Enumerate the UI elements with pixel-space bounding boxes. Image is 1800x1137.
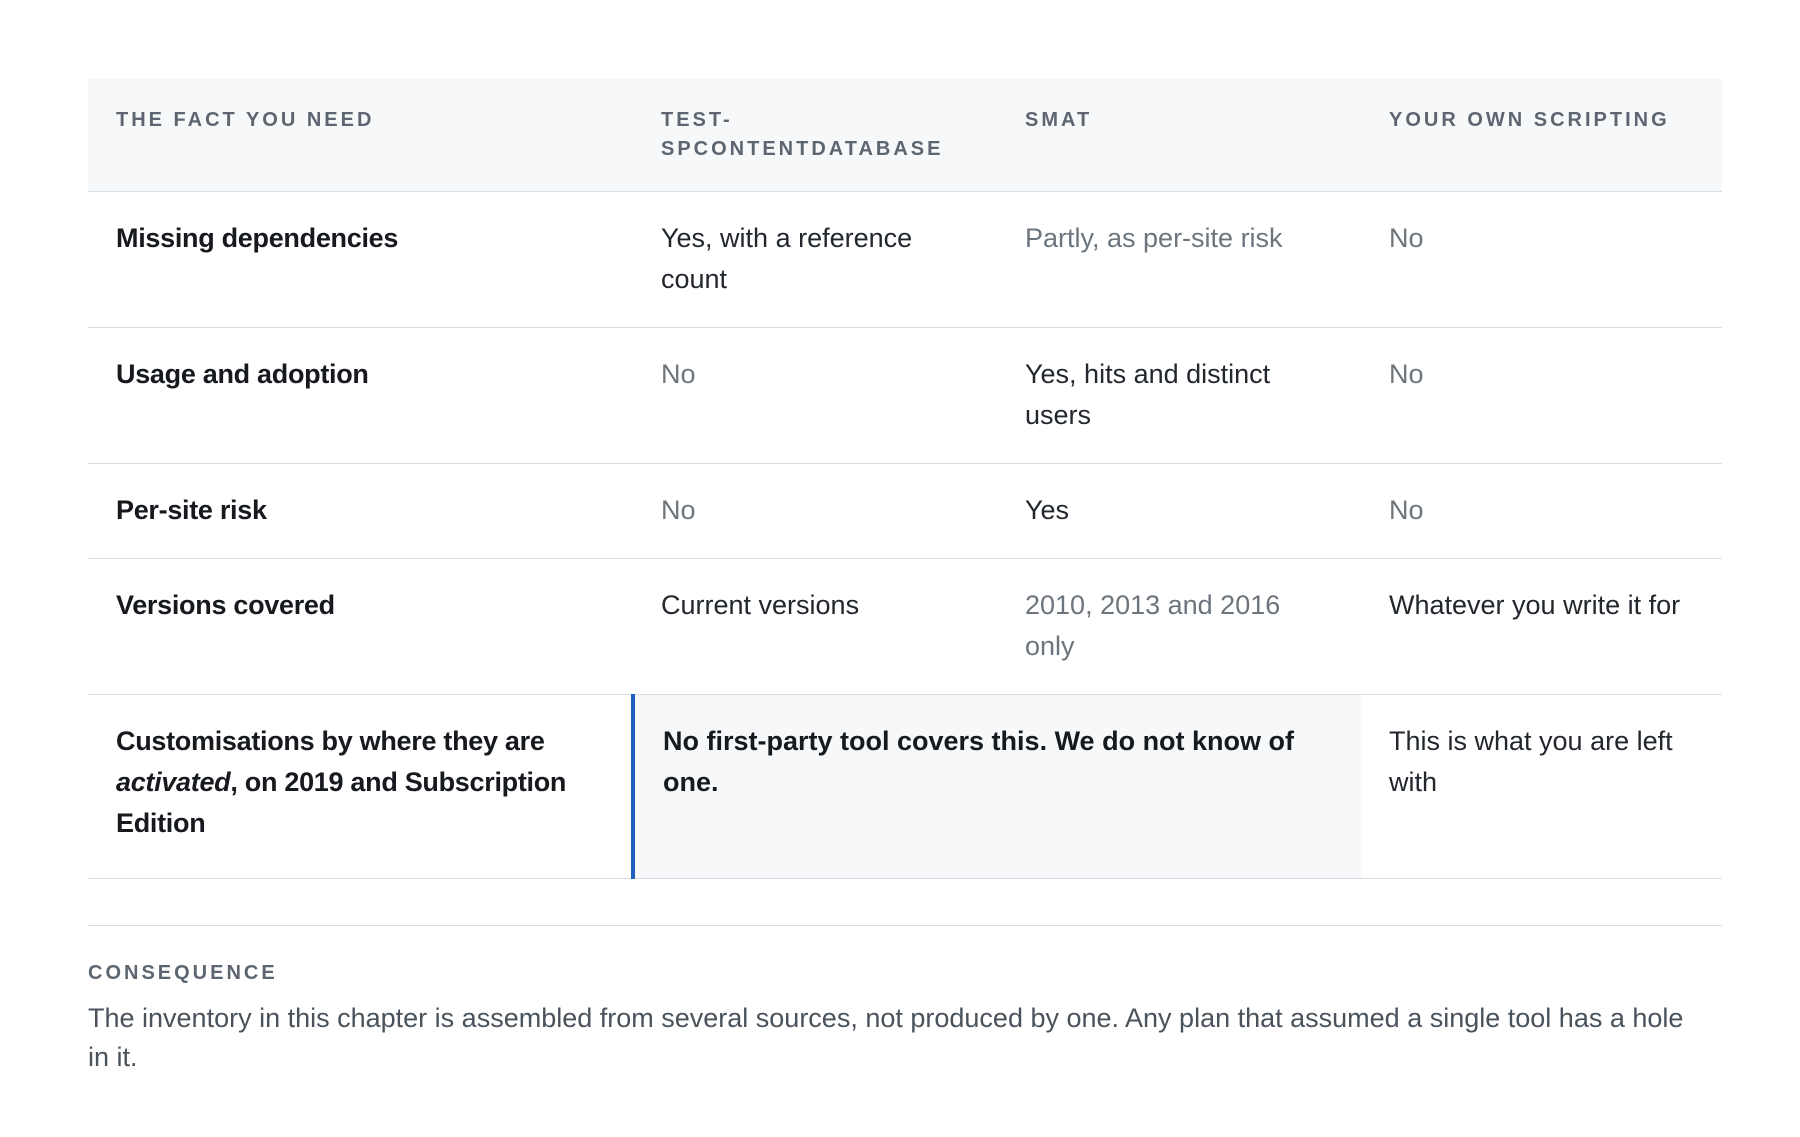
cell-smat: Yes, hits and distinct users bbox=[997, 327, 1361, 464]
section-divider bbox=[88, 925, 1722, 926]
cell-test: No bbox=[633, 327, 997, 464]
table-row: Per-site risk No Yes No bbox=[88, 463, 1722, 559]
table-row: Versions covered Current versions 2010, … bbox=[88, 558, 1722, 695]
table-row-gap: Customisations by where they are activat… bbox=[88, 694, 1722, 879]
header-own-scripting: YOUR OWN SCRIPTING bbox=[1361, 79, 1722, 192]
cell-test: No bbox=[633, 463, 997, 559]
row-fact: Customisations by where they are activat… bbox=[88, 694, 633, 879]
header-smat: SMAT bbox=[997, 79, 1361, 192]
header-test-spcontentdatabase: TEST-SPCONTENTDATABASE bbox=[633, 79, 997, 192]
comparison-table: THE FACT YOU NEED TEST-SPCONTENTDATABASE… bbox=[88, 79, 1722, 879]
row-fact: Usage and adoption bbox=[88, 327, 633, 464]
consequence-text: The inventory in this chapter is assembl… bbox=[88, 1003, 1684, 1072]
table-row: Usage and adoption No Yes, hits and dist… bbox=[88, 327, 1722, 464]
cell-own: This is what you are left with bbox=[1361, 694, 1722, 879]
cell-smat: 2010, 2013 and 2016 only bbox=[997, 558, 1361, 695]
cell-test: Current versions bbox=[633, 558, 997, 695]
cell-smat: Yes bbox=[997, 463, 1361, 559]
cell-own: No bbox=[1361, 191, 1722, 328]
no-tool-callout: No first-party tool covers this. We do n… bbox=[631, 694, 1361, 879]
header-fact: THE FACT YOU NEED bbox=[88, 79, 633, 192]
page: THE FACT YOU NEED TEST-SPCONTENTDATABASE… bbox=[88, 79, 1722, 1077]
table-header-row: THE FACT YOU NEED TEST-SPCONTENTDATABASE… bbox=[88, 79, 1722, 192]
cell-own: No bbox=[1361, 327, 1722, 464]
cell-smat: Partly, as per-site risk bbox=[997, 191, 1361, 328]
cell-own: No bbox=[1361, 463, 1722, 559]
cell-own: Whatever you write it for bbox=[1361, 558, 1722, 695]
cell-test: Yes, with a reference count bbox=[633, 191, 997, 328]
fact-text-part1: Customisations by where they are bbox=[116, 726, 545, 756]
fact-emphasis: activated bbox=[116, 767, 231, 797]
row-fact: Versions covered bbox=[88, 558, 633, 695]
table-row: Missing dependencies Yes, with a referen… bbox=[88, 191, 1722, 328]
consequence-label: CONSEQUENCE bbox=[88, 962, 278, 984]
row-fact: Per-site risk bbox=[88, 463, 633, 559]
row-fact: Missing dependencies bbox=[88, 191, 633, 328]
